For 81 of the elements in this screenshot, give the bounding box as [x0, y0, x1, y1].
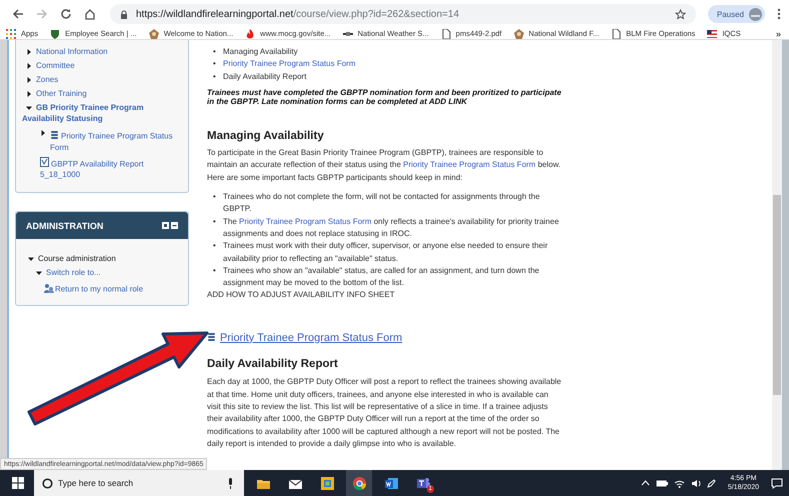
wifi-icon[interactable] [674, 478, 685, 488]
url-text: https://wildlandfirelearningportal.net/course/view.php?id=262&section=14 [136, 8, 460, 20]
nav-link[interactable]: Other Training [36, 88, 87, 99]
lock-icon [120, 10, 128, 18]
collapsed-caret-icon[interactable] [26, 76, 32, 82]
home-icon[interactable] [84, 8, 96, 20]
collapse-icon[interactable] [171, 222, 178, 229]
note-text: ADD HOW TO ADJUST AVAILABILITY INFO SHEET [207, 289, 396, 302]
nav-link[interactable]: Priority Trainee Program Status Form [50, 127, 182, 152]
expanded-caret-icon[interactable] [36, 270, 42, 276]
battery-icon[interactable] [656, 480, 668, 486]
scrollbar[interactable] [772, 40, 782, 470]
chrome-icon [352, 476, 366, 490]
bullet: • [213, 240, 217, 252]
nav-link[interactable]: Switch role to... [46, 267, 101, 278]
nav-link[interactable]: National Information [36, 46, 108, 57]
nav-link[interactable]: GB Priority Trainee Program Availability Statusing [22, 102, 182, 124]
nav-link[interactable]: Zones [36, 74, 58, 85]
back-icon[interactable] [12, 8, 24, 20]
more-bookmarks-button[interactable]: » [776, 28, 781, 38]
microphone-icon [227, 478, 234, 488]
star-icon[interactable] [674, 8, 686, 20]
nav-link[interactable]: Course administration [38, 253, 116, 264]
list-item: Managing Availability [223, 46, 298, 58]
expanded-caret-icon[interactable] [26, 104, 32, 110]
collapsed-caret-icon[interactable] [26, 48, 32, 54]
address-bar[interactable]: https://wildlandfirelearningportal.net/course/view.php?id=262&section=14 [110, 4, 696, 24]
avatar-icon [749, 8, 762, 20]
section-heading: Daily Availability Report [207, 358, 339, 370]
bullet: • [213, 58, 217, 70]
people-icon [44, 282, 54, 292]
bullet: • [213, 70, 217, 83]
paragraph: Each day at 1000, the GBPTP Duty Officer will post a report to reflect the trainees showing available at that time. Home unit duty officers, trainees, and anyone else interested in who is available can visit this site to review the list. This list will be representative of a slice in time. If a trainee adjusts their availability after 1000, the GBPTP Duty Officer will run a report at the time of the order so modifications to availability after 1000 will be captured although a new report will not be posted. The daily report is intended to provide a daily glimpse into who is available. [207, 376, 562, 450]
collapsed-caret-icon[interactable] [40, 130, 46, 136]
menu-icon[interactable] [777, 8, 781, 20]
list-item: Trainees who show an "available" status, are called for an assignment, and turn down the assignment may be moved to the bottom of the list. [223, 264, 540, 290]
nav-link[interactable]: Return to my normal role [44, 280, 144, 294]
photos-icon [320, 476, 334, 490]
form-link[interactable]: Priority Trainee Program Status Form [220, 332, 402, 344]
list-item: The Priority Trainee Program Status Form only reflects a trainee's availability for priority trainee assignments and does not replace statusing in IROC. [223, 216, 560, 240]
notifications-icon[interactable] [771, 478, 783, 488]
profile-button[interactable]: Paused [708, 5, 765, 23]
block-title: ADMINISTRATION [26, 220, 104, 230]
note-text: Trainees must have completed the GBPTP nomination form and been proritized to participate in the GBPTP. Late nomination forms can be completed at ADD LINK [207, 88, 562, 107]
collapsed-caret-icon[interactable] [26, 62, 32, 68]
nav-link[interactable]: Committee [36, 60, 75, 71]
link[interactable]: Priority Trainee Program Status Form [223, 58, 356, 71]
section-heading: Managing Availability [207, 130, 325, 142]
search-field[interactable]: Type here to search [34, 470, 244, 496]
windows-start-icon[interactable] [12, 477, 24, 489]
database-icon [207, 332, 217, 344]
flag-icon [707, 28, 718, 38]
word-icon [384, 476, 398, 490]
bullet: • [213, 46, 217, 58]
apps-grid-icon [6, 28, 16, 38]
list-item: Daily Availability Report [223, 70, 306, 83]
flame-icon [245, 28, 256, 38]
pen-icon[interactable] [706, 478, 716, 488]
list-item: Trainees must work with their duty officer, supervisor, or anyone else needed to ensure their availability prior to reflecting an "available" status. [223, 240, 549, 265]
list-item: Trainees who do not complete the form, will not be contacted for assignments through the GBPTP. [223, 191, 541, 216]
emblem-icon [514, 28, 524, 38]
volume-icon[interactable] [690, 478, 701, 488]
emblem-icon [148, 28, 159, 38]
cortana-circle-icon [42, 478, 53, 488]
shield-icon [50, 28, 60, 38]
taskbar-app-button[interactable] [346, 470, 372, 496]
collapsed-caret-icon[interactable] [26, 90, 32, 96]
expanded-caret-icon[interactable] [28, 256, 34, 262]
nav-link[interactable]: GBPTP Availability Report 5_18_1000 [40, 154, 182, 180]
link[interactable]: Priority Trainee Program Status Form [239, 216, 372, 226]
report-icon [40, 157, 50, 167]
paragraph: To participate in the Great Basin Priority Trainee Program (GBPTP), trainees are responsible to maintain an accurate reflection of their status using the Priority Trainee Program Status Form below. Here are some important facts GBPTP participants should keep in mind: [207, 147, 562, 184]
bullet: • [213, 216, 217, 228]
teams-icon [416, 476, 430, 490]
reload-icon[interactable] [60, 8, 72, 20]
bullet: • [213, 191, 217, 204]
database-icon [50, 130, 60, 140]
bullet: • [213, 264, 217, 277]
link[interactable]: Priority Trainee Program Status Form [403, 160, 536, 170]
dock-icon[interactable] [162, 222, 169, 229]
chevron-up-icon[interactable] [640, 480, 650, 486]
